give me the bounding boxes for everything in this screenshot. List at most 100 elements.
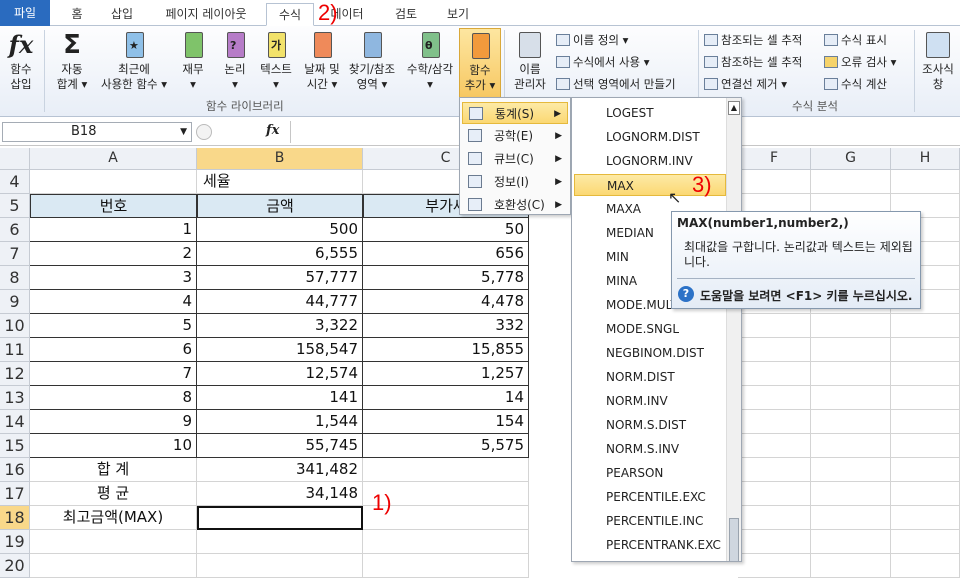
menu-scrollbar[interactable]: ▲ (726, 98, 741, 561)
row-header[interactable]: 10 (0, 314, 30, 338)
cell-b20[interactable] (197, 554, 363, 578)
insert-function-fx-icon[interactable]: fx (266, 123, 279, 138)
tab-view[interactable]: 보기 (438, 3, 478, 26)
cell-b13[interactable]: 141 (197, 386, 363, 410)
formula-input[interactable] (290, 121, 460, 143)
cell-c9[interactable]: 4,478 (363, 290, 529, 314)
column-header-b[interactable]: B (197, 148, 363, 170)
text-button[interactable]: 가 텍스트 ▾ (256, 28, 296, 92)
create-from-selection-button[interactable]: 선택 영역에서 만들기 (556, 76, 676, 92)
cell[interactable] (738, 482, 811, 506)
autosum-button[interactable]: Σ 자동 합계 ▾ (50, 28, 94, 92)
cell-c14[interactable]: 154 (363, 410, 529, 434)
column-header-f[interactable]: F (738, 148, 811, 170)
cell-c10[interactable]: 332 (363, 314, 529, 338)
cell[interactable] (891, 338, 960, 362)
row-header[interactable]: 4 (0, 170, 30, 194)
scroll-thumb[interactable] (729, 518, 739, 561)
row-header[interactable]: 5 (0, 194, 30, 218)
cell-c20[interactable] (363, 554, 529, 578)
category-menu-item[interactable]: 정보(I) ▶ (462, 171, 568, 193)
cell-a11[interactable]: 6 (30, 338, 197, 362)
cell-a15[interactable]: 10 (30, 434, 197, 458)
show-formulas-button[interactable]: 수식 표시 (824, 32, 887, 48)
formula-bar-handle[interactable] (196, 124, 212, 140)
cell-a9[interactable]: 4 (30, 290, 197, 314)
row-header[interactable]: 6 (0, 218, 30, 242)
cell[interactable] (738, 458, 811, 482)
define-name-button[interactable]: 이름 정의 ▾ (556, 32, 628, 48)
row-header[interactable]: 14 (0, 410, 30, 434)
function-item-lognorm-dist[interactable]: LOGNORM.DIST (574, 126, 726, 148)
cell-c12[interactable]: 1,257 (363, 362, 529, 386)
category-menu-item[interactable]: 큐브(C) ▶ (462, 148, 568, 170)
scroll-up-icon[interactable]: ▲ (728, 101, 740, 115)
tab-formulas[interactable]: 수식 (266, 3, 314, 26)
row-header[interactable]: 12 (0, 362, 30, 386)
cell-b17[interactable]: 34,148 (197, 482, 363, 506)
cell-a4[interactable] (30, 170, 197, 194)
trace-dependents-button[interactable]: 참조하는 셀 추적 (704, 54, 802, 70)
function-item-negbinom-dist[interactable]: NEGBINOM.DIST (574, 342, 726, 364)
cell-c19[interactable] (363, 530, 529, 554)
cell-b10[interactable]: 3,322 (197, 314, 363, 338)
cell-a7[interactable]: 2 (30, 242, 197, 266)
cell[interactable] (891, 482, 960, 506)
cell[interactable] (738, 386, 811, 410)
cell[interactable] (891, 458, 960, 482)
remove-arrows-button[interactable]: 연결선 제거 ▾ (704, 76, 787, 92)
chevron-down-icon[interactable]: ▼ (180, 123, 187, 141)
cell[interactable] (891, 506, 960, 530)
cell-a10[interactable]: 5 (30, 314, 197, 338)
cell[interactable] (811, 506, 891, 530)
column-header-g[interactable]: G (811, 148, 891, 170)
cell-b8[interactable]: 57,777 (197, 266, 363, 290)
cell[interactable] (891, 362, 960, 386)
row-header[interactable]: 13 (0, 386, 30, 410)
function-item-norm-s-dist[interactable]: NORM.S.DIST (574, 414, 726, 436)
cell[interactable] (811, 410, 891, 434)
cell-a13[interactable]: 8 (30, 386, 197, 410)
cell-a20[interactable] (30, 554, 197, 578)
cell[interactable] (738, 362, 811, 386)
evaluate-formula-button[interactable]: 수식 계산 (824, 76, 887, 92)
cell[interactable] (891, 530, 960, 554)
use-in-formula-button[interactable]: 수식에서 사용 ▾ (556, 54, 650, 70)
row-header[interactable]: 18 (0, 506, 30, 530)
cell-a16[interactable]: 합 계 (30, 458, 197, 482)
cell[interactable] (891, 314, 960, 338)
cell[interactable] (738, 554, 811, 578)
cell-b15[interactable]: 55,745 (197, 434, 363, 458)
cell-b11[interactable]: 158,547 (197, 338, 363, 362)
tab-review[interactable]: 검토 (386, 3, 426, 26)
row-header[interactable]: 16 (0, 458, 30, 482)
function-item-norm-dist[interactable]: NORM.DIST (574, 366, 726, 388)
cell-b19[interactable] (197, 530, 363, 554)
tab-insert[interactable]: 삽입 (102, 3, 142, 26)
math-trig-button[interactable]: θ 수학/삼각 ▾ (402, 28, 458, 92)
tab-file[interactable]: 파일 (0, 0, 50, 26)
row-header[interactable]: 17 (0, 482, 30, 506)
name-box[interactable]: B18 ▼ (2, 122, 192, 142)
select-all-corner[interactable] (0, 148, 30, 170)
cell-a18[interactable]: 최고금액(MAX) (30, 506, 197, 530)
category-menu-item[interactable]: 통계(S) ▶ (462, 102, 568, 124)
trace-precedents-button[interactable]: 참조되는 셀 추적 (704, 32, 802, 48)
cell[interactable] (738, 314, 811, 338)
cell-b12[interactable]: 12,574 (197, 362, 363, 386)
cell[interactable] (738, 410, 811, 434)
cell-b6[interactable]: 500 (197, 218, 363, 242)
category-menu-item[interactable]: 호환성(C) ▶ (462, 194, 568, 216)
cell[interactable] (738, 170, 811, 194)
cell[interactable] (891, 434, 960, 458)
cell-a12[interactable]: 7 (30, 362, 197, 386)
cell-a5[interactable]: 번호 (30, 194, 197, 218)
function-item-lognorm-inv[interactable]: LOGNORM.INV (574, 150, 726, 172)
cell-b16[interactable]: 341,482 (197, 458, 363, 482)
row-header[interactable]: 11 (0, 338, 30, 362)
name-manager-button[interactable]: 이름 관리자 (508, 28, 552, 92)
cell-c15[interactable]: 5,575 (363, 434, 529, 458)
logical-button[interactable]: ? 논리 ▾ (218, 28, 252, 92)
cell[interactable] (811, 458, 891, 482)
column-header-a[interactable]: A (30, 148, 197, 170)
